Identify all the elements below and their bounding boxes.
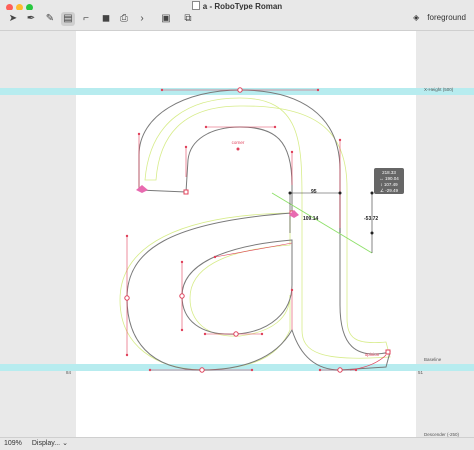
corner-marker [236, 147, 240, 151]
right-sidebearing-label: 51 [418, 370, 424, 375]
display-menu[interactable]: Display... ⌄ [32, 440, 68, 447]
print-tool-icon[interactable]: ⎙ [117, 12, 131, 26]
corner-label: corner [232, 140, 245, 145]
measure-right-value: -53.72 [364, 216, 378, 222]
offset-outline-bowl [119, 212, 291, 371]
glyph-outline-counter[interactable] [181, 239, 293, 335]
start-point-markers [136, 185, 299, 218]
ruler-tool-icon[interactable]: ▤ [61, 12, 75, 26]
glyph-outline-outer[interactable] [126, 89, 391, 371]
measure-horizontal-value: 95 [311, 189, 317, 195]
component-tool-icon[interactable]: ▣ [159, 12, 173, 26]
glyph-canvas[interactable]: X-Height (500) Baseline 84 51 Descender … [0, 31, 474, 437]
pointer-tool-icon[interactable]: ➤ [6, 12, 20, 26]
toolbar: ➤ ✒ ✎ ▤ ⌐ ◼ ⎙ › ▣ ⧉ ◈ foreground [0, 10, 474, 31]
corner-tool-icon[interactable]: ⌐ [79, 12, 93, 26]
zoom-level[interactable]: 109% [4, 440, 22, 447]
info-length: 218.33 [382, 170, 396, 175]
glyph-drawing: X-Height (500) Baseline 84 51 Descender … [0, 87, 474, 437]
bezier-handles [126, 89, 356, 371]
display-menu-label: Display... [31, 440, 61, 447]
off-curve-points[interactable] [125, 88, 358, 372]
left-sidebearing-label: 84 [66, 370, 72, 375]
opinion-label: opinion [365, 352, 380, 357]
info-angle: ∠ -29.49 [380, 188, 399, 193]
next-tool-icon[interactable]: › [135, 12, 149, 26]
status-bar: 109% Display... ⌄ [0, 437, 474, 450]
chevron-down-icon: ⌄ [62, 440, 68, 447]
layers-icon: ◈ [413, 13, 420, 22]
baseline-label: Baseline [424, 357, 442, 362]
layer-selector[interactable]: ◈ foreground [413, 13, 466, 22]
knife-tool-icon[interactable]: ✎ [43, 12, 57, 26]
xheight-label: X-Height (500) [424, 87, 454, 92]
measure-left-value: 109.14 [303, 216, 319, 222]
info-width: ↔ 190.04 [379, 176, 399, 181]
info-height: ↕ 107.49 [380, 182, 398, 187]
xheight-guide[interactable] [0, 88, 474, 95]
pen-tool-icon[interactable]: ✒ [24, 12, 38, 26]
shapes-tool-icon[interactable]: ◼ [99, 12, 113, 26]
transform-tool-icon[interactable]: ⧉ [181, 12, 195, 26]
layer-name: foreground [427, 13, 466, 22]
document-icon [191, 1, 200, 10]
